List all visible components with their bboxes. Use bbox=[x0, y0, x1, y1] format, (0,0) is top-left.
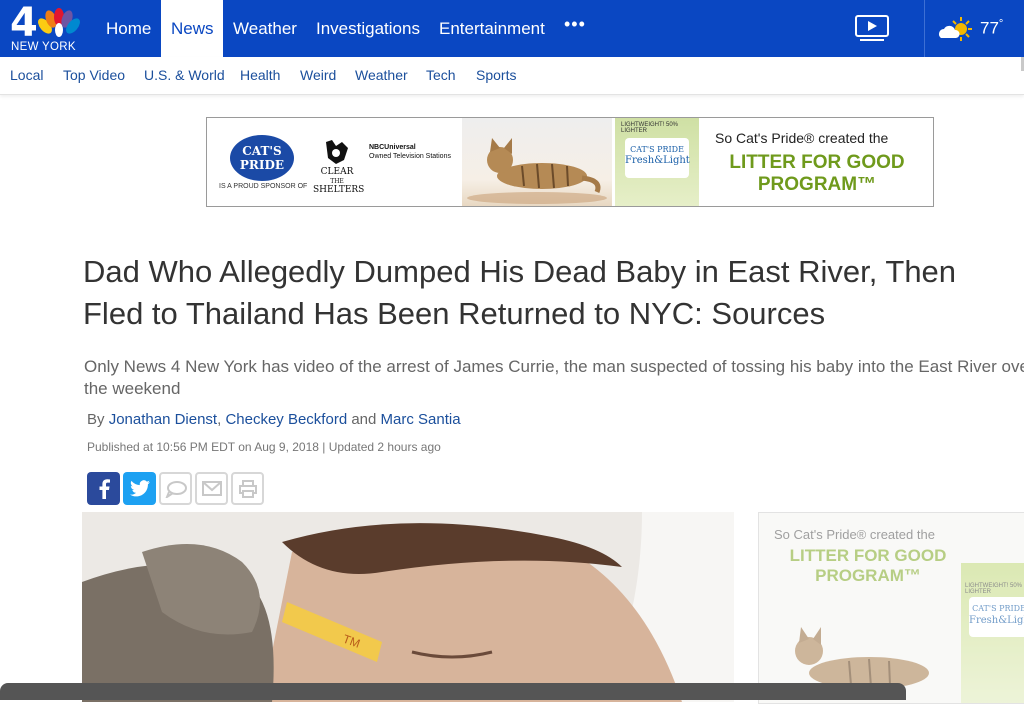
facebook-icon bbox=[99, 478, 110, 499]
twitter-share-button[interactable] bbox=[123, 472, 156, 505]
subnav-health[interactable]: Health bbox=[240, 67, 280, 83]
advertisement-banner[interactable]: CAT'S PRIDE IS A PROUD SPONSOR OF CLEAR T… bbox=[206, 117, 934, 207]
nav-entertainment[interactable]: Entertainment bbox=[429, 0, 555, 57]
clear-the-shelters-logo: CLEAR THE SHELTERS bbox=[313, 138, 364, 195]
side-ad-product-bag: LIGHTWEIGHT! 50% LIGHTER CAT'S PRIDE Fres… bbox=[961, 563, 1024, 703]
nav-investigations[interactable]: Investigations bbox=[306, 0, 430, 57]
article-summary: Only News 4 New York has video of the ar… bbox=[84, 357, 1024, 398]
ad-headline: LITTER FOR GOOD PROGRAM™ bbox=[729, 152, 905, 195]
horizontal-scrollbar[interactable] bbox=[0, 683, 906, 700]
subnav-tech[interactable]: Tech bbox=[426, 67, 456, 83]
print-button[interactable] bbox=[231, 472, 264, 505]
subnav-top-video[interactable]: Top Video bbox=[63, 67, 125, 83]
article-byline: By Jonathan Dienst, Checkey Beckford and… bbox=[87, 411, 461, 428]
article-hero-image[interactable]: TM bbox=[82, 512, 734, 702]
section-subnav: Local Top Video U.S. & World Health Weir… bbox=[0, 57, 1024, 95]
video-play-icon[interactable] bbox=[855, 15, 889, 42]
temperature-readout[interactable]: 77° bbox=[980, 18, 1003, 39]
partly-sunny-icon[interactable] bbox=[937, 16, 975, 42]
author-link-2[interactable]: Checkey Beckford bbox=[225, 411, 347, 428]
facebook-share-button[interactable] bbox=[87, 472, 120, 505]
nav-weather[interactable]: Weather bbox=[223, 0, 307, 57]
nav-home[interactable]: Home bbox=[96, 0, 161, 57]
twitter-icon bbox=[129, 480, 150, 497]
email-icon bbox=[201, 481, 222, 496]
comment-icon bbox=[165, 480, 187, 498]
cats-pride-logo: CAT'S PRIDE bbox=[230, 135, 294, 181]
subnav-weather[interactable]: Weather bbox=[355, 67, 408, 83]
nbc-4-new-york-logo[interactable]: 4 NEW YORK bbox=[8, 0, 83, 54]
article-headline: Dad Who Allegedly Dumped His Dead Baby i… bbox=[83, 254, 957, 331]
ad-sponsor-text: IS A PROUD SPONSOR OF bbox=[219, 183, 308, 190]
sleeping-man-with-teddy-bear-photo: TM bbox=[82, 512, 734, 702]
author-link-1[interactable]: Jonathan Dienst bbox=[109, 411, 217, 428]
peacock-icon bbox=[38, 8, 80, 37]
logo-number: 4 bbox=[10, 0, 38, 46]
author-link-3[interactable]: Marc Santia bbox=[381, 411, 461, 428]
subnav-us-world[interactable]: U.S. & World bbox=[144, 67, 225, 83]
logo-text: NEW YORK bbox=[11, 41, 76, 53]
email-share-button[interactable] bbox=[195, 472, 228, 505]
ad-cat-image bbox=[462, 118, 612, 206]
tabby-cat-illustration bbox=[467, 138, 607, 204]
comment-button[interactable] bbox=[159, 472, 192, 505]
ad-tagline: So Cat's Pride® created the bbox=[715, 130, 889, 146]
more-menu-icon[interactable]: ••• bbox=[564, 14, 586, 35]
side-ad-tagline: So Cat's Pride® created the bbox=[774, 527, 935, 542]
subnav-weird[interactable]: Weird bbox=[300, 67, 336, 83]
litter-product-bag: LIGHTWEIGHT! 50% LIGHTER CAT'S PRIDE Fres… bbox=[615, 118, 699, 206]
publish-date: Published at 10:56 PM EDT on Aug 9, 2018… bbox=[87, 440, 441, 454]
sidebar-advertisement[interactable]: So Cat's Pride® created the LITTER FOR G… bbox=[758, 512, 1024, 704]
top-navigation-bar: 4 NEW YORK Home News Weather Investigati… bbox=[0, 0, 1024, 57]
subnav-local[interactable]: Local bbox=[10, 67, 43, 83]
nbcuniversal-text: NBCUniversal Owned Television Stations bbox=[369, 144, 451, 160]
nav-divider bbox=[924, 0, 925, 57]
nav-news[interactable]: News bbox=[161, 0, 223, 57]
subnav-sports[interactable]: Sports bbox=[476, 67, 516, 83]
dog-cat-silhouette-icon bbox=[326, 140, 348, 164]
print-icon bbox=[238, 479, 257, 498]
side-ad-headline: LITTER FOR GOOD PROGRAM™ bbox=[789, 546, 947, 585]
